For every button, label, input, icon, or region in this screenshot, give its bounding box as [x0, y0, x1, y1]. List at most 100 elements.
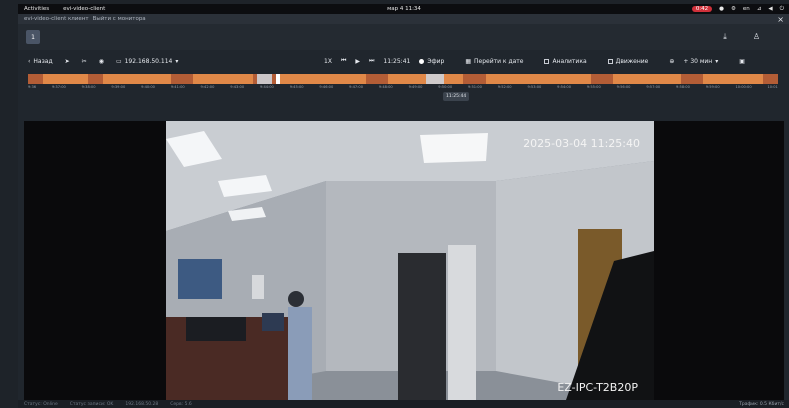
timeline-tick-label: 9:58:00 [676, 85, 690, 89]
speed-button[interactable]: 1X [324, 58, 332, 65]
step-forward-icon[interactable]: ⏭ [369, 57, 374, 65]
interval-select[interactable]: + 30 мин ▾ [683, 58, 718, 65]
camera-feed[interactable]: 2025-03-04 11:25:40 EZ-IPC-T2B20P [166, 121, 654, 400]
recording-badge[interactable]: 0:42 [691, 6, 713, 12]
timeline-tick-label: 9:44:00 [259, 85, 274, 89]
timeline-tick-label: 9:43:00 [230, 85, 245, 89]
timeline-tick-label: 9:41:00 [170, 85, 185, 89]
chevron-down-icon: ▾ [175, 57, 179, 65]
timeline-tick-label: 9:57:00 [646, 85, 661, 89]
network-icon[interactable]: ⊿ [757, 6, 762, 12]
timeline[interactable]: 9:36 9:37:00 9:38:00 9:39:00 9:40:00 9:41:00 9… [18, 72, 789, 101]
timeline-tick-label: 9:40:00 [141, 85, 155, 89]
timeline-ticks: 9:36 9:37:00 9:38:00 9:39:00 9:40:00 9:41:00 9… [28, 85, 778, 91]
timeline-tick-label: 9:36 [28, 85, 37, 89]
exit-monitor-link[interactable]: Выйти с монитора [93, 16, 146, 22]
scissors-icon[interactable]: ✂ [82, 58, 87, 65]
status-online: Статус: Online [24, 401, 58, 407]
user-icon[interactable]: ♙ [753, 32, 760, 42]
window-title-bar: evi-video-client клиент Выйти с монитора… [18, 14, 789, 24]
timeline-tick-label: 9:55:00 [586, 85, 601, 89]
recording-segment [43, 74, 88, 84]
app-indicator[interactable]: evi-video-client [63, 6, 105, 12]
language-indicator[interactable]: en [743, 6, 750, 12]
recording-segment [275, 74, 366, 84]
timeline-tick-label: 9:51:00 [468, 85, 482, 89]
status-bar: Статус: Online Статус записи: OK 192.168… [18, 400, 789, 408]
system-top-bar: Activities evi-video-client мар 4 11:34 … [18, 4, 789, 14]
timeline-tooltip: 11:25:44 [443, 92, 470, 101]
timeline-tick-label: 9:39:00 [111, 85, 126, 89]
timeline-tick-label: 9:53:00 [527, 85, 542, 89]
video-viewport[interactable]: 2025-03-04 11:25:40 EZ-IPC-T2B20P [24, 121, 784, 400]
zoom-icon[interactable]: ⊕ [669, 58, 674, 65]
timeline-cursor[interactable] [275, 74, 280, 84]
settings-icon[interactable]: ⚙ [731, 6, 736, 12]
timeline-tick-label: 10:01 [767, 85, 778, 89]
motion-checkbox[interactable]: Движение [607, 57, 649, 65]
analytics-label: Аналитика [552, 57, 587, 65]
export-icon[interactable]: ▣ [739, 58, 745, 65]
download-icon[interactable]: ⤓ [723, 32, 727, 42]
goto-date-label: Перейти к дате [474, 57, 524, 65]
back-button[interactable]: ‹ Назад [28, 58, 53, 65]
camera-icon: ▭ [115, 57, 122, 65]
calendar-icon: ▦ [465, 57, 472, 65]
pointer-tool-icon[interactable]: ➤ [65, 58, 70, 65]
chevron-left-icon: ‹ [28, 57, 31, 65]
recording-segment [193, 74, 253, 84]
analytics-checkbox[interactable]: Аналитика [544, 57, 587, 65]
recording-segment [703, 74, 763, 84]
play-icon[interactable]: ▶ [355, 58, 360, 65]
event-segment [256, 74, 272, 84]
volume-icon[interactable]: ◀ [768, 6, 772, 12]
timeline-tick-label: 9:47:00 [349, 85, 363, 89]
video-timestamp: 2025-03-04 11:25:40 [523, 137, 640, 150]
status-ip: 192.168.50.28 [125, 401, 159, 407]
camera-select[interactable]: ▭ 192.168.50.114 ▾ [116, 58, 178, 65]
recording-segment [485, 74, 591, 84]
chevron-down-icon: ▾ [715, 57, 719, 65]
timeline-tick-label: 9:50:00 [438, 85, 453, 89]
close-icon[interactable]: × [777, 15, 784, 24]
timeline-tick-label: 9:49:00 [408, 85, 423, 89]
monitor-tab[interactable]: 1 [26, 30, 40, 44]
status-server: Серв: 5.6 [170, 401, 192, 407]
app-header: 1 ⤓ ♙ [18, 24, 789, 50]
tray-icon[interactable]: ● [719, 6, 724, 12]
timeline-tick-label: 9:46:00 [319, 85, 334, 89]
timeline-tick-label: 9:48:00 [378, 85, 393, 89]
timeline-tick-label: 9:54:00 [557, 85, 572, 89]
goto-date-button[interactable]: ▦ Перейти к дате [465, 58, 523, 65]
checkbox-icon [544, 58, 550, 64]
timeline-tick-label: 9:42:00 [200, 85, 215, 89]
skip-back-icon[interactable]: ⏮ [341, 57, 346, 65]
status-record: Статус записи: OK [69, 401, 114, 407]
timeline-tick-label: 9:37:00 [51, 85, 66, 89]
timeline-tick-label: 9:56:00 [616, 85, 631, 89]
back-label: Назад [33, 57, 53, 65]
playback-time: 11:25:41 [383, 57, 411, 65]
app-window: Activities evi-video-client мар 4 11:34 … [18, 4, 789, 408]
timeline-tick-label: 9:45:00 [289, 85, 304, 89]
event-segment [425, 74, 445, 84]
timeline-track[interactable] [28, 74, 778, 84]
playback-toolbar: ‹ Назад ➤ ✂ ◉ ▭ 192.168.50.114 ▾ 1X ⏮ ▶ ⏭ 1… [18, 50, 789, 72]
window-title: evi-video-client клиент [24, 16, 89, 22]
activities-button[interactable]: Activities [24, 6, 49, 12]
live-button[interactable]: Эфир [419, 58, 444, 65]
motion-label: Движение [615, 57, 649, 65]
system-clock[interactable]: мар 4 11:34 [387, 6, 421, 12]
power-icon[interactable]: ⏻ [780, 6, 784, 13]
camera-ip: 192.168.50.114 [124, 57, 173, 65]
checkbox-icon [607, 58, 613, 64]
timeline-tick-label: 9:38:00 [81, 85, 96, 89]
camera-name-overlay: EZ-IPC-T2B20P [557, 381, 638, 394]
live-dot-icon [419, 58, 425, 64]
snapshot-icon[interactable]: ◉ [99, 58, 104, 65]
timeline-tick-label: 9:59:00 [705, 85, 720, 89]
recording-segment [613, 74, 681, 84]
interval-label: + 30 мин [683, 57, 713, 65]
status-traffic: Трафик: 0.5 Кбит/с [739, 401, 784, 407]
timeline-tick-label: 10:00:00 [735, 85, 752, 89]
